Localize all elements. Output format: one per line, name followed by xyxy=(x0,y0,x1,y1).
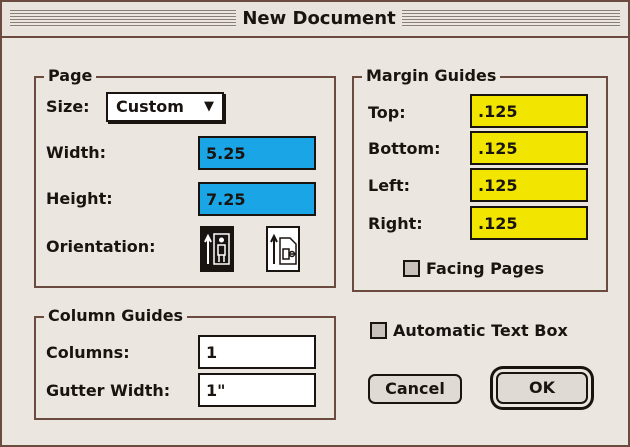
window-title: New Document xyxy=(238,6,400,32)
page-group-label: Page xyxy=(44,65,97,87)
right-margin-field[interactable]: .125 xyxy=(470,206,588,240)
portrait-orientation-button[interactable] xyxy=(200,226,234,272)
facing-pages-checkbox[interactable] xyxy=(403,260,420,277)
top-margin-field[interactable]: .125 xyxy=(470,94,588,128)
orientation-label: Orientation: xyxy=(46,237,156,256)
size-label: Size: xyxy=(46,97,90,116)
landscape-orientation-button[interactable] xyxy=(266,226,300,272)
new-document-dialog: New Document Page Size: Custom ▼ Width: … xyxy=(0,0,630,447)
triangle-down-icon: ▼ xyxy=(204,99,214,114)
size-popup-value: Custom xyxy=(116,97,184,116)
size-popup[interactable]: Custom ▼ xyxy=(106,92,224,122)
columns-label: Columns: xyxy=(46,343,130,362)
title-bar-stripes-right xyxy=(402,10,620,28)
portrait-person-icon xyxy=(204,233,230,265)
gutter-width-field[interactable]: 1" xyxy=(198,373,316,407)
margin-guides-group-label: Margin Guides xyxy=(362,65,501,87)
column-guides-group-label: Column Guides xyxy=(44,305,188,327)
gutter-width-label: Gutter Width: xyxy=(46,381,171,400)
cancel-button[interactable]: Cancel xyxy=(368,374,462,404)
facing-pages-label[interactable]: Facing Pages xyxy=(426,258,544,280)
right-margin-label: Right: xyxy=(368,214,423,233)
left-margin-field[interactable]: .125 xyxy=(470,168,588,202)
bottom-margin-field[interactable]: .125 xyxy=(470,131,588,165)
columns-field[interactable]: 1 xyxy=(198,335,316,369)
top-margin-label: Top: xyxy=(368,103,406,122)
landscape-person-icon xyxy=(270,233,297,265)
height-label: Height: xyxy=(46,189,113,208)
title-bar-stripes-left xyxy=(10,10,236,28)
height-field[interactable]: 7.25 xyxy=(198,182,316,216)
width-field[interactable]: 5.25 xyxy=(198,136,316,170)
title-bar[interactable]: New Document xyxy=(2,2,628,38)
automatic-text-box-label[interactable]: Automatic Text Box xyxy=(393,320,568,342)
width-label: Width: xyxy=(46,143,107,162)
bottom-margin-label: Bottom: xyxy=(368,139,441,158)
ok-button[interactable]: OK xyxy=(496,372,588,404)
automatic-text-box-checkbox[interactable] xyxy=(370,322,387,339)
left-margin-label: Left: xyxy=(368,176,411,195)
